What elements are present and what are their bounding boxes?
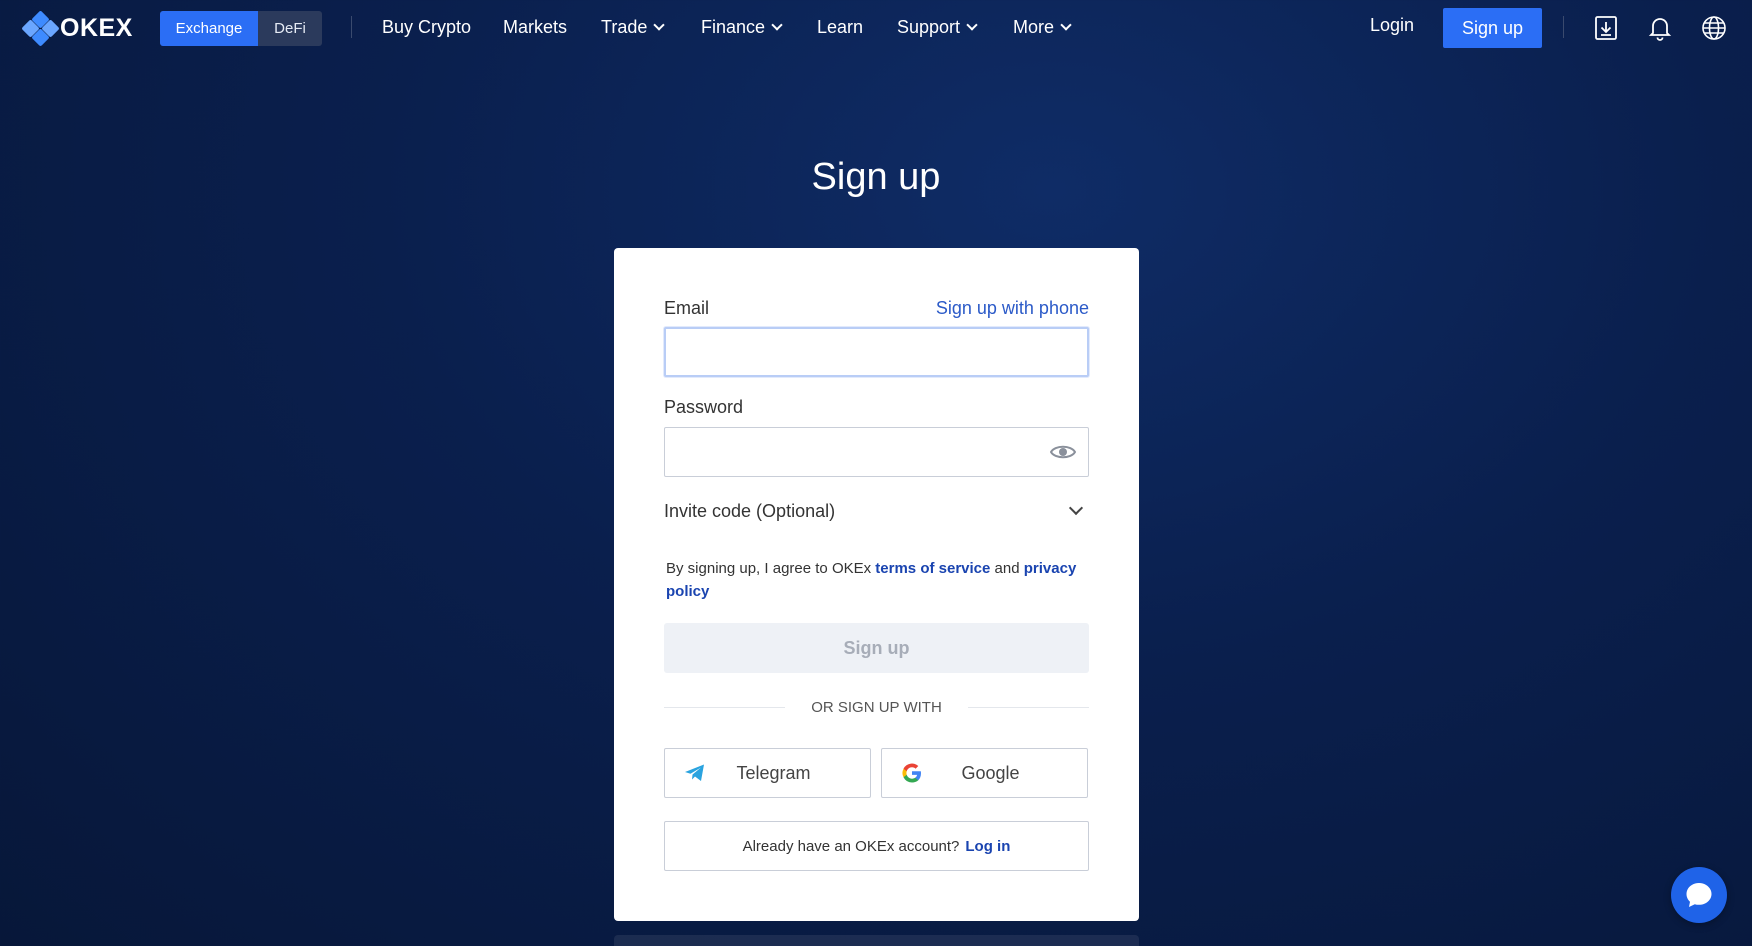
download-icon[interactable] — [1592, 14, 1620, 42]
divider-line — [967, 707, 1089, 708]
already-have-account-box: Already have an OKEx account? Log in — [664, 821, 1089, 871]
telegram-label: Telegram — [736, 762, 811, 783]
chevron-down-icon — [966, 18, 978, 31]
okex-logo-icon — [21, 10, 60, 47]
or-divider: OR SIGN UP WITH — [664, 699, 1089, 716]
invite-code-label: Invite code (Optional) — [664, 500, 836, 521]
nav-trade-label: Trade — [601, 16, 648, 37]
chat-support-button[interactable] — [1671, 867, 1727, 923]
mode-switch: Exchange DeFi — [160, 11, 322, 46]
nav-trade[interactable]: Trade — [601, 15, 666, 39]
nav-support-label: Support — [897, 16, 961, 37]
login-link-bottom[interactable]: Log in — [965, 838, 1010, 855]
email-label: Email — [664, 298, 710, 318]
email-input[interactable] — [664, 327, 1089, 377]
nav-divider — [351, 16, 352, 38]
eye-icon[interactable] — [1049, 442, 1077, 462]
nav-markets-label: Markets — [503, 16, 568, 37]
chevron-down-icon — [1060, 18, 1072, 31]
nav-more-label: More — [1013, 16, 1055, 37]
secondary-card-peek — [614, 935, 1139, 946]
mode-defi-tab[interactable]: DeFi — [258, 11, 322, 46]
nav-learn-label: Learn — [817, 16, 864, 37]
or-signup-with-text: OR SIGN UP WITH — [811, 699, 942, 716]
telegram-icon — [683, 761, 707, 785]
globe-icon[interactable] — [1700, 14, 1728, 42]
password-label-row: Password — [664, 397, 1089, 418]
nav-learn[interactable]: Learn — [817, 15, 863, 39]
google-label: Google — [961, 762, 1020, 783]
nav-support[interactable]: Support — [897, 15, 978, 39]
invite-code-toggle[interactable]: Invite code (Optional) — [664, 496, 1089, 526]
logo-text: OKEX — [60, 13, 133, 42]
mode-exchange-tab[interactable]: Exchange — [160, 11, 258, 46]
password-input[interactable] — [664, 427, 1089, 477]
email-label-row: Email Sign up with phone — [664, 298, 1089, 319]
terms-of-service-link[interactable]: terms of service — [875, 560, 990, 577]
login-link[interactable]: Login — [1370, 15, 1414, 36]
chevron-down-icon — [1068, 500, 1084, 516]
terms-and: and — [990, 560, 1024, 577]
google-icon — [900, 761, 924, 785]
signup-with-phone-link[interactable]: Sign up with phone — [936, 298, 1089, 319]
chevron-down-icon — [771, 18, 783, 31]
signup-submit-button[interactable]: Sign up — [664, 623, 1089, 673]
terms-prefix: By signing up, I agree to OKEx — [666, 560, 876, 577]
chat-bubble-icon — [1686, 883, 1712, 907]
signup-button-top[interactable]: Sign up — [1443, 8, 1542, 48]
nav-buy-crypto[interactable]: Buy Crypto — [382, 15, 471, 39]
bell-icon[interactable] — [1646, 14, 1674, 42]
terms-text: By signing up, I agree to OKEx terms of … — [666, 557, 1091, 603]
nav-divider — [1563, 16, 1564, 38]
nav-finance[interactable]: Finance — [701, 15, 783, 39]
signup-card: Email Sign up with phone Password Invite… — [614, 248, 1139, 921]
chevron-down-icon — [653, 18, 666, 31]
nav-buy-crypto-label: Buy Crypto — [382, 16, 472, 37]
okex-logo[interactable]: OKEX — [21, 10, 133, 47]
nav-more[interactable]: More — [1013, 15, 1072, 39]
divider-line — [664, 707, 786, 708]
password-label: Password — [664, 397, 744, 417]
google-signup-button[interactable]: Google — [881, 748, 1088, 798]
telegram-signup-button[interactable]: Telegram — [664, 748, 871, 798]
nav-markets[interactable]: Markets — [503, 15, 567, 39]
top-nav: OKEX Exchange DeFi Buy Crypto Markets Tr… — [0, 0, 1752, 54]
page-title: Sign up — [811, 156, 941, 198]
nav-finance-label: Finance — [701, 16, 766, 37]
have-account-text: Already have an OKEx account? — [742, 837, 960, 855]
